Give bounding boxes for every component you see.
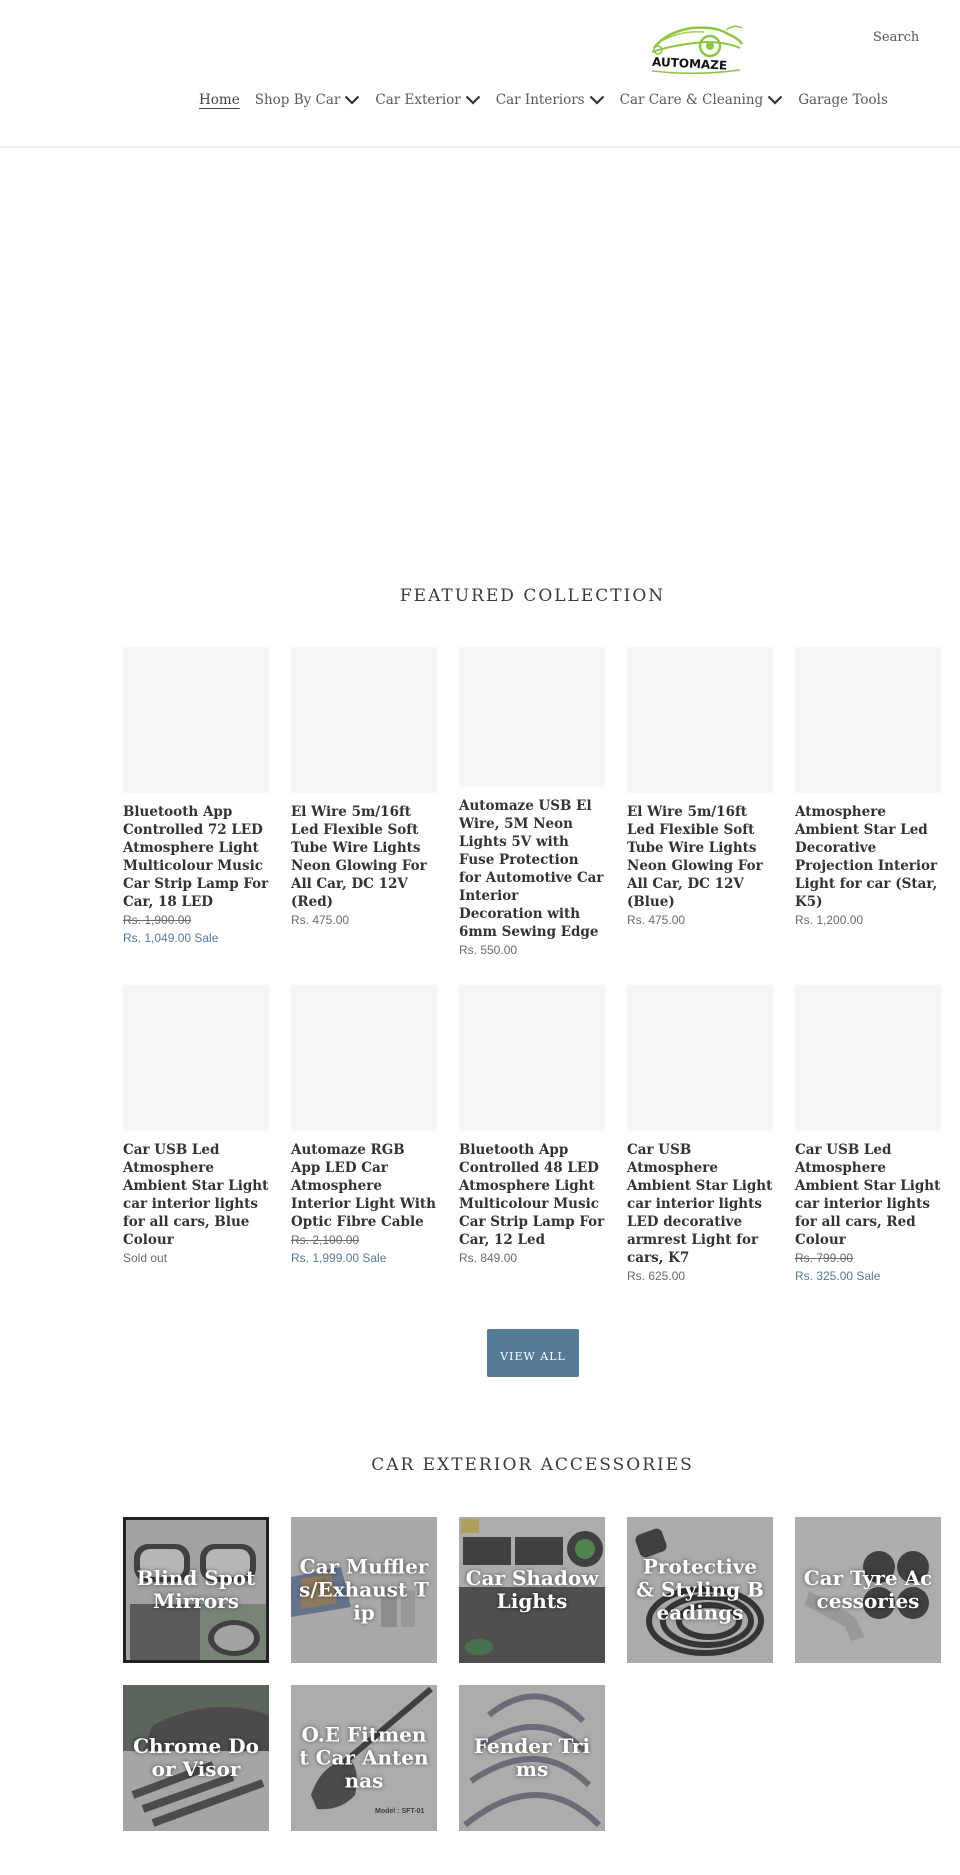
sale-price: Rs. 1,049.00 Sale bbox=[123, 931, 219, 945]
collection-fender-trims[interactable]: Fender Trims bbox=[459, 1685, 605, 1831]
collection-door-visor[interactable]: Chrome Door Visor bbox=[123, 1685, 269, 1831]
collection-label: Chrome Door Visor bbox=[133, 1734, 259, 1781]
collection-label: Fender Trims bbox=[473, 1734, 591, 1781]
product-image[interactable] bbox=[627, 985, 773, 1131]
product-card[interactable]: Atmosphere Ambient Star Led Decorative P… bbox=[795, 647, 941, 929]
product-price: Rs. 1,200.00 bbox=[795, 913, 864, 927]
product-title[interactable]: El Wire 5m/16ft Led Flexible Soft Tube W… bbox=[291, 803, 437, 911]
collection-tyre-accessories[interactable]: Car Tyre Accessories bbox=[795, 1517, 941, 1663]
collection-label: Blind Spot Mirrors bbox=[136, 1566, 256, 1613]
view-all-button[interactable]: VIEW ALL bbox=[487, 1329, 579, 1377]
sold-out-label: Sold out bbox=[123, 1251, 168, 1265]
chevron-down-icon bbox=[767, 95, 783, 105]
collection-label: O.E Fitment Car Antennas bbox=[299, 1722, 429, 1793]
product-title[interactable]: Car USB Led Atmosphere Ambient Star Ligh… bbox=[123, 1141, 269, 1249]
product-price: Rs. 625.00 bbox=[627, 1269, 686, 1283]
product-card[interactable]: Automaze RGB App LED Car Atmosphere Inte… bbox=[291, 985, 437, 1267]
svg-text:AUTOMAZE: AUTOMAZE bbox=[652, 55, 728, 73]
featured-collection-title: FEATURED COLLECTION bbox=[399, 586, 666, 606]
product-image[interactable] bbox=[123, 647, 269, 793]
chevron-down-icon bbox=[589, 95, 605, 105]
collection-beadings[interactable]: Protective & Styling Beadings bbox=[627, 1517, 773, 1663]
product-price: Rs. 475.00 bbox=[627, 913, 686, 927]
product-title[interactable]: Bluetooth App Controlled 48 LED Atmosphe… bbox=[459, 1141, 605, 1249]
product-card[interactable]: Automaze USB El Wire, 5M Neon Lights 5V … bbox=[459, 647, 605, 959]
product-title[interactable]: Car USB Led Atmosphere Ambient Star Ligh… bbox=[795, 1141, 941, 1249]
product-image[interactable] bbox=[123, 985, 269, 1131]
compare-price: Rs. 1,900.00 bbox=[123, 913, 192, 927]
nav-item-shop-by-car[interactable]: Shop By Car bbox=[255, 92, 361, 108]
product-card[interactable]: El Wire 5m/16ft Led Flexible Soft Tube W… bbox=[627, 647, 773, 929]
collection-label: Car Mufflers/Exhaust Tip bbox=[298, 1554, 430, 1625]
product-title[interactable]: Car USB Atmosphere Ambient Star Light ca… bbox=[627, 1141, 773, 1267]
product-price: Rs. 475.00 bbox=[291, 913, 350, 927]
product-title[interactable]: Automaze USB El Wire, 5M Neon Lights 5V … bbox=[459, 797, 605, 941]
chevron-down-icon bbox=[344, 95, 360, 105]
site-header: AUTOMAZE Search Home Shop By Car Car Ext… bbox=[0, 0, 960, 148]
product-image[interactable] bbox=[291, 647, 437, 793]
product-title[interactable]: Atmosphere Ambient Star Led Decorative P… bbox=[795, 803, 941, 911]
product-card[interactable]: Car USB Led Atmosphere Ambient Star Ligh… bbox=[123, 985, 269, 1267]
product-card[interactable]: Bluetooth App Controlled 72 LED Atmosphe… bbox=[123, 647, 269, 947]
sale-price: Rs. 1,999.00 Sale bbox=[291, 1251, 387, 1265]
collection-label: Car Shadow Lights bbox=[465, 1566, 599, 1613]
nav-item-garage-tools[interactable]: Garage Tools bbox=[798, 92, 888, 108]
sale-price: Rs. 325.00 Sale bbox=[795, 1269, 881, 1283]
hero-banner bbox=[0, 150, 960, 550]
nav-item-home[interactable]: Home bbox=[199, 92, 240, 108]
product-card[interactable]: Car USB Atmosphere Ambient Star Light ca… bbox=[627, 985, 773, 1285]
product-title[interactable]: Bluetooth App Controlled 72 LED Atmosphe… bbox=[123, 803, 269, 911]
product-card[interactable]: El Wire 5m/16ft Led Flexible Soft Tube W… bbox=[291, 647, 437, 929]
product-card[interactable]: Car USB Led Atmosphere Ambient Star Ligh… bbox=[795, 985, 941, 1285]
nav-label: Shop By Car bbox=[254, 92, 341, 108]
nav-label: Home bbox=[199, 92, 240, 108]
product-price: Rs. 550.00 bbox=[459, 943, 518, 957]
product-title[interactable]: Automaze RGB App LED Car Atmosphere Inte… bbox=[291, 1141, 437, 1231]
collection-car-shadow-lights[interactable]: Car Shadow Lights bbox=[459, 1517, 605, 1663]
product-image[interactable] bbox=[459, 985, 605, 1131]
search-link[interactable]: Search bbox=[873, 30, 919, 45]
product-image[interactable] bbox=[291, 985, 437, 1131]
nav-label: Car Interiors bbox=[495, 92, 585, 108]
collection-car-antennas[interactable]: Model : SFT-01 O.E Fitment Car Antennas bbox=[291, 1685, 437, 1831]
car-logo-icon: AUTOMAZE bbox=[651, 25, 744, 74]
nav-label: Car Care & Cleaning bbox=[619, 92, 764, 108]
collection-label: Car Tyre Accessories bbox=[803, 1566, 933, 1613]
product-card[interactable]: Bluetooth App Controlled 48 LED Atmosphe… bbox=[459, 985, 605, 1267]
compare-price: Rs. 2,100.00 bbox=[291, 1233, 360, 1247]
product-image[interactable] bbox=[627, 647, 773, 793]
nav-item-car-interiors[interactable]: Car Interiors bbox=[496, 92, 605, 108]
product-image[interactable] bbox=[795, 647, 941, 793]
chevron-down-icon bbox=[465, 95, 481, 105]
product-image[interactable] bbox=[459, 647, 605, 787]
nav-item-car-exterior[interactable]: Car Exterior bbox=[375, 92, 481, 108]
collection-car-mufflers[interactable]: Car Mufflers/Exhaust Tip bbox=[291, 1517, 437, 1663]
product-image[interactable] bbox=[795, 985, 941, 1131]
collection-blind-spot-mirrors[interactable]: Blind Spot Mirrors bbox=[123, 1517, 269, 1663]
product-title[interactable]: El Wire 5m/16ft Led Flexible Soft Tube W… bbox=[627, 803, 773, 911]
nav-label: Garage Tools bbox=[798, 92, 888, 108]
nav-label: Car Exterior bbox=[375, 92, 461, 108]
car-exterior-title: CAR EXTERIOR ACCESSORIES bbox=[371, 1455, 694, 1475]
automaze-logo[interactable]: AUTOMAZE bbox=[646, 18, 746, 74]
collection-label: Protective & Styling Beadings bbox=[636, 1554, 764, 1625]
product-price: Rs. 849.00 bbox=[459, 1251, 518, 1265]
nav-item-car-care-cleaning[interactable]: Car Care & Cleaning bbox=[620, 92, 784, 108]
main-nav: Home Shop By Car Car Exterior Car Interi… bbox=[199, 92, 903, 108]
compare-price: Rs. 799.00 bbox=[795, 1251, 854, 1265]
